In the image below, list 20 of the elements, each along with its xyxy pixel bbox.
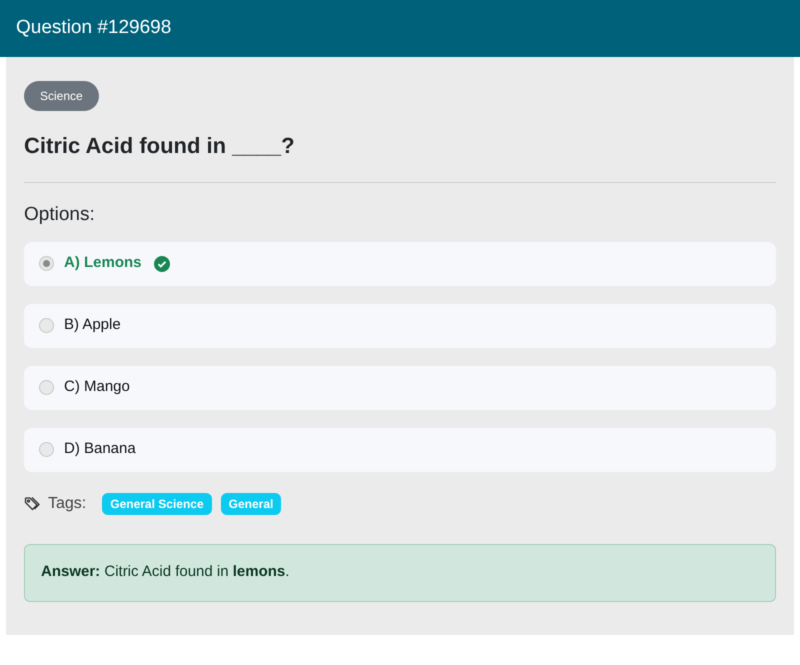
option-card[interactable]: D) Banana: [24, 428, 776, 472]
options-heading: Options:: [24, 203, 96, 227]
radio-button[interactable]: [39, 442, 54, 457]
option-label: A) Lemons: [64, 253, 142, 274]
answer-text: Answer: Citric Acid found in lemons.: [41, 562, 290, 582]
option-card[interactable]: A) Lemons: [24, 242, 776, 286]
option-card[interactable]: B) Apple: [24, 304, 776, 348]
question-title: Question #129698: [16, 16, 172, 40]
option-label: C) Mango: [64, 377, 130, 398]
tag-icon: [24, 496, 40, 512]
radio-button[interactable]: [39, 318, 54, 333]
radio-button[interactable]: [39, 256, 54, 271]
option-label: D) Banana: [64, 439, 136, 460]
category-badge: Science: [24, 81, 99, 111]
tags-label: Tags:: [48, 494, 86, 514]
question-text: Citric Acid found in ____?: [24, 132, 296, 160]
check-circle-icon: [154, 256, 170, 272]
option-label: B) Apple: [64, 315, 121, 336]
option-card[interactable]: C) Mango: [24, 366, 776, 410]
radio-button[interactable]: [39, 380, 54, 395]
